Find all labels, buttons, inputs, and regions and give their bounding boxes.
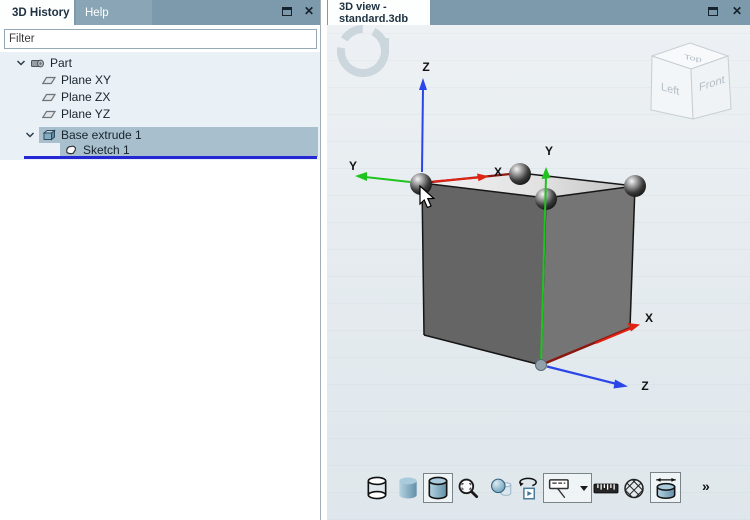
vertex-handle[interactable] — [509, 163, 531, 185]
viewport-3d-scene[interactable]: Left Front Top Z Y X Y X Z — [327, 25, 750, 520]
plane-icon — [42, 92, 56, 103]
tab-3d-view[interactable]: 3D view - standard.3db — [328, 0, 430, 25]
maximize-button[interactable] — [705, 3, 721, 19]
tree-item-base-extrude[interactable]: Base extrude 1 — [25, 127, 318, 143]
mesh-sphere-icon — [624, 478, 644, 499]
sketch-icon — [65, 144, 78, 156]
sketch-y-arrowhead — [541, 167, 551, 179]
sketch-z-axis[interactable] — [546, 365, 618, 386]
toolbar-button-show-transparency[interactable] — [486, 473, 516, 503]
filter-input[interactable] — [4, 29, 317, 49]
world-z-axis[interactable] — [421, 87, 424, 173]
tree-item-label: Sketch 1 — [83, 143, 130, 157]
rotation-widget[interactable] — [333, 25, 393, 81]
vertex-handle[interactable] — [624, 175, 646, 197]
world-z-label: Z — [422, 60, 429, 74]
selection-highlight: Base extrude 1 — [39, 127, 318, 143]
toolbar-overflow-button[interactable]: » — [702, 478, 710, 494]
world-frame-axes[interactable] — [355, 78, 489, 183]
transparency-spheres-icon — [491, 478, 512, 496]
view-panel: 3D view - standard.3db ✕ Left Front Top … — [327, 0, 750, 520]
toolbar-button-annotation-display-dropdown[interactable] — [543, 473, 592, 503]
maximize-icon — [282, 6, 292, 16]
history-tree: Part Plane XY Plane ZX Plane YZ Base ext… — [0, 52, 320, 160]
toolbar-button-measure-ruler[interactable] — [592, 473, 620, 503]
tab-help[interactable]: Help — [76, 0, 152, 25]
close-icon: ✕ — [303, 4, 315, 18]
magnifier-icon — [458, 478, 479, 499]
toolbar-button-mesh-display[interactable] — [619, 473, 649, 503]
sketch-z-arrowhead — [613, 379, 628, 389]
world-y-arrowhead — [355, 172, 367, 181]
view-panel-titlebar: 3D view - standard.3db ✕ — [327, 0, 750, 25]
toolbar-overflow-label: » — [702, 478, 710, 494]
cylinder-dimension-icon — [655, 477, 676, 499]
world-x-label: X — [494, 165, 502, 179]
part-icon — [30, 57, 45, 69]
solid-box[interactable] — [421, 171, 636, 367]
shaded-cylinder-icon — [399, 477, 417, 499]
solid-box-right-face[interactable] — [541, 186, 635, 365]
plane-icon — [42, 75, 56, 86]
toolbar-button-cylinder-dimension[interactable] — [650, 472, 681, 503]
insertion-indicator-line — [24, 156, 317, 159]
rotation-widget-ring[interactable] — [333, 25, 393, 81]
tree-item-label: Part — [50, 56, 73, 70]
toolbar-button-turntable-animation[interactable] — [514, 473, 542, 503]
toolbar-button-display-shaded[interactable] — [393, 473, 423, 503]
tree-item-sketch[interactable]: Sketch 1 — [60, 143, 318, 157]
tree-item-label: Plane ZX — [61, 90, 111, 104]
toolbar-button-display-shaded-with-edges[interactable] — [423, 473, 453, 503]
tab-help-label: Help — [85, 6, 109, 19]
world-y-axis[interactable] — [364, 176, 411, 183]
dropdown-arrow-icon[interactable] — [579, 485, 588, 491]
close-button[interactable]: ✕ — [301, 3, 317, 19]
world-y-label: Y — [349, 159, 357, 173]
history-panel-titlebar: 3D History Help ✕ — [0, 0, 320, 25]
wireframe-cylinder-icon — [367, 476, 387, 500]
tab-3d-history[interactable]: 3D History — [0, 0, 74, 25]
chevron-down-icon[interactable] — [25, 130, 35, 140]
view-cube[interactable]: Left Front Top — [650, 42, 732, 120]
close-button[interactable]: ✕ — [729, 3, 745, 19]
plane-icon — [42, 109, 56, 120]
sketch-x-label: X — [645, 311, 653, 325]
tree-item-label: Plane XY — [61, 73, 112, 87]
app-window: 3D History Help ✕ Filter Part Plane XY P… — [0, 0, 750, 520]
annotation-label-icon — [548, 479, 569, 499]
ruler-icon — [593, 483, 619, 494]
shaded-edges-cylinder-icon — [428, 476, 448, 500]
tree-item-label: Plane YZ — [61, 107, 111, 121]
tree-item-part[interactable]: Part — [16, 55, 72, 71]
close-icon: ✕ — [731, 4, 743, 18]
viewport-3d[interactable]: Left Front Top Z Y X Y X Z — [327, 25, 750, 520]
sketch-z-label: Z — [641, 379, 648, 393]
tab-3d-view-label: 3D view - standard.3db — [339, 0, 409, 25]
toolbar-button-zoom-magnifier[interactable] — [453, 473, 483, 503]
tab-3d-history-label: 3D History — [12, 6, 70, 19]
filter-field-wrap — [4, 29, 317, 49]
extrude-icon — [43, 129, 56, 141]
toolbar-button-display-wireframe[interactable] — [362, 473, 392, 503]
solid-box-left-face[interactable] — [422, 183, 546, 365]
rotation-widget-notch[interactable] — [380, 38, 389, 47]
tree-item-label: Base extrude 1 — [61, 128, 142, 142]
tree-item-plane-yz[interactable]: Plane YZ — [42, 106, 110, 122]
turntable-icon — [519, 477, 537, 500]
maximize-button[interactable] — [279, 3, 295, 19]
chevron-down-icon[interactable] — [16, 58, 26, 68]
sketch-origin-handle[interactable] — [535, 359, 547, 371]
tree-item-plane-xy[interactable]: Plane XY — [42, 72, 111, 88]
history-panel: 3D History Help ✕ Filter Part Plane XY P… — [0, 0, 321, 520]
world-z-arrowhead — [419, 78, 427, 90]
maximize-icon — [708, 6, 718, 16]
sketch-y-label: Y — [545, 144, 553, 158]
tree-item-plane-zx[interactable]: Plane ZX — [42, 89, 110, 105]
